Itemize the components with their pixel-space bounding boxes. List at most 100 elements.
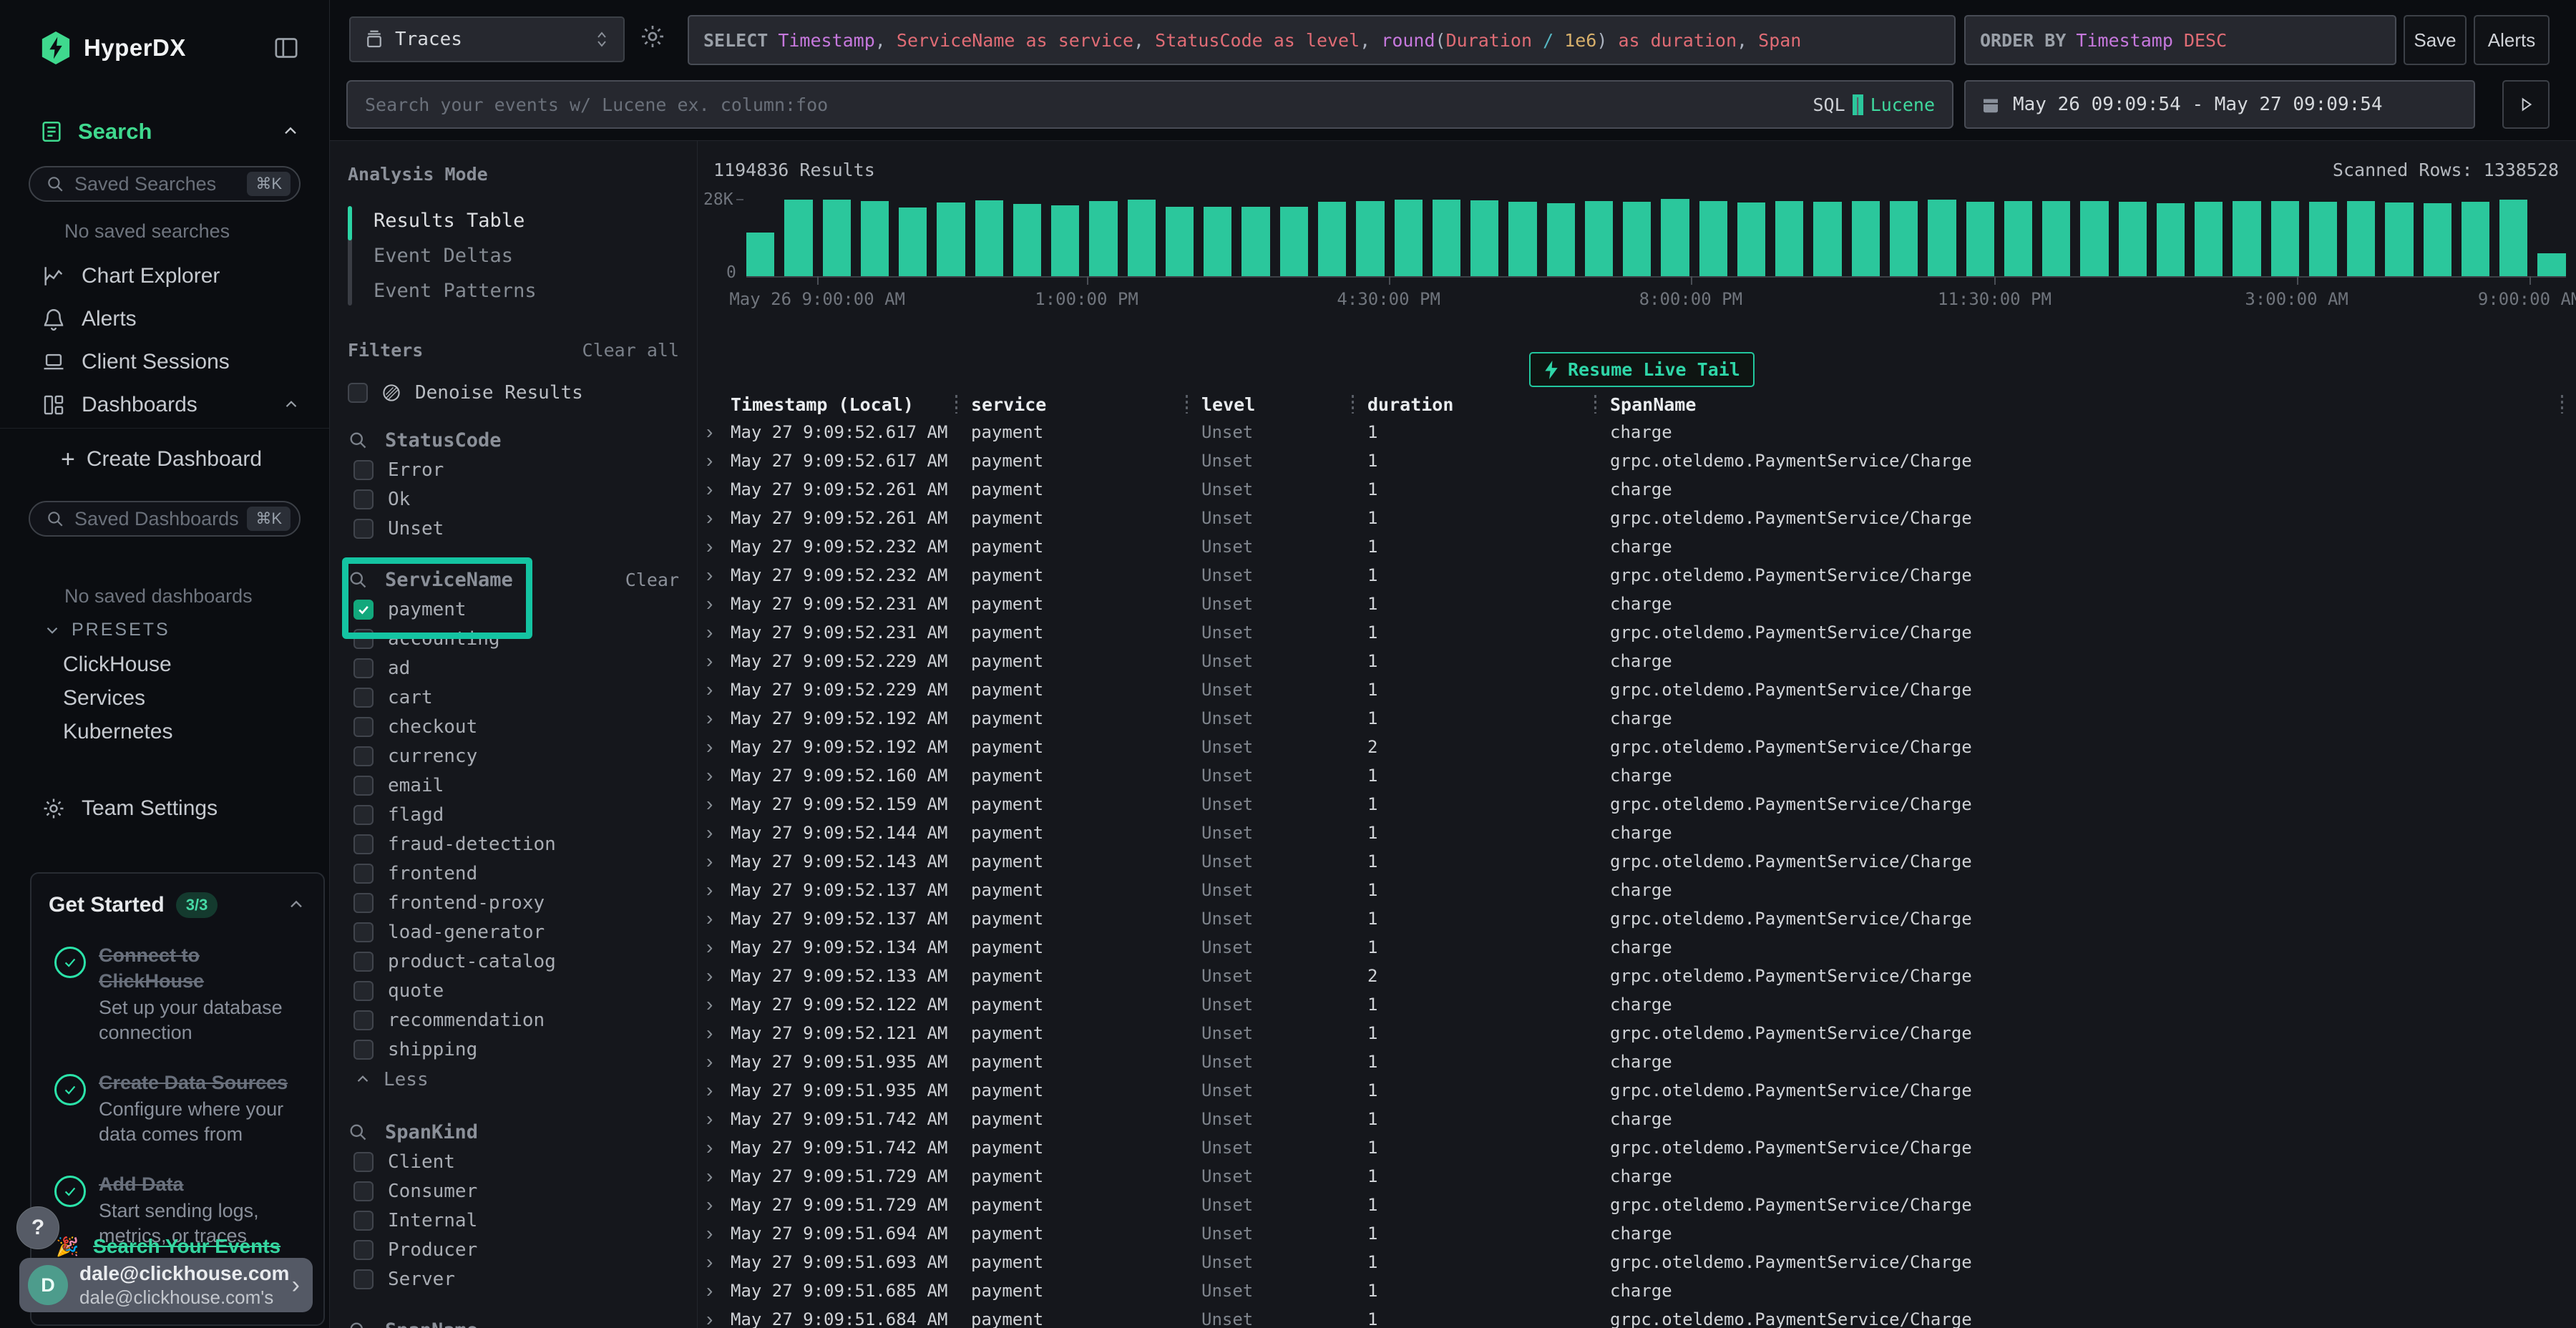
histogram-bar[interactable] xyxy=(1395,200,1423,276)
row-expand-icon[interactable]: › xyxy=(705,479,731,499)
filter-checkbox[interactable] xyxy=(353,1211,374,1231)
histogram-bar[interactable] xyxy=(1204,207,1231,276)
date-range-picker[interactable]: May 26 09:09:54 - May 27 09:09:54 xyxy=(1964,80,2475,129)
histogram-bar[interactable] xyxy=(1547,203,1575,276)
table-row[interactable]: ›May 27 9:09:52.159 AMpaymentUnset1grpc.… xyxy=(698,790,2576,819)
row-expand-icon[interactable]: › xyxy=(705,508,731,528)
table-row[interactable]: ›May 27 9:09:51.729 AMpaymentUnset1grpc.… xyxy=(698,1191,2576,1219)
sidebar-item-search[interactable]: Search xyxy=(0,113,329,150)
save-button[interactable]: Save xyxy=(2404,15,2467,65)
histogram-bar[interactable] xyxy=(1508,202,1536,276)
histogram-bars[interactable] xyxy=(746,197,2566,278)
histogram-bar[interactable] xyxy=(2042,201,2070,276)
table-row[interactable]: ›May 27 9:09:52.143 AMpaymentUnset1grpc.… xyxy=(698,847,2576,876)
filter-checkbox[interactable] xyxy=(353,1269,374,1289)
filter-checkbox[interactable] xyxy=(353,922,374,942)
row-expand-icon[interactable]: › xyxy=(705,1109,731,1129)
histogram-bar[interactable] xyxy=(1813,202,1841,276)
table-row[interactable]: ›May 27 9:09:51.729 AMpaymentUnset1charg… xyxy=(698,1162,2576,1191)
histogram-bar[interactable] xyxy=(1661,199,1689,276)
filter-checkbox[interactable] xyxy=(353,460,374,480)
histogram-bar[interactable] xyxy=(1623,202,1651,276)
histogram-bar[interactable] xyxy=(861,201,889,276)
filter-checkbox[interactable] xyxy=(353,776,374,796)
filter-option-payment[interactable]: payment xyxy=(348,595,679,624)
row-expand-icon[interactable]: › xyxy=(705,708,731,728)
histogram-bar[interactable] xyxy=(1089,201,1117,276)
filter-checkbox[interactable] xyxy=(353,981,374,1001)
histogram-bar[interactable] xyxy=(2157,203,2185,276)
filter-option-product-catalog[interactable]: product-catalog xyxy=(348,947,679,976)
column-divider[interactable] xyxy=(955,395,957,414)
row-expand-icon[interactable]: › xyxy=(705,1281,731,1301)
histogram-bar[interactable] xyxy=(1318,202,1346,276)
sql-orderby-editor[interactable]: ORDER BY Timestamp DESC xyxy=(1964,15,2396,65)
filter-option-internal[interactable]: Internal xyxy=(348,1206,679,1235)
filter-option-unset[interactable]: Unset xyxy=(348,514,679,543)
filter-option-error[interactable]: Error xyxy=(348,455,679,484)
filter-option-quote[interactable]: quote xyxy=(348,976,679,1005)
row-expand-icon[interactable]: › xyxy=(705,594,731,614)
column-divider[interactable] xyxy=(1352,395,1354,414)
filter-checkbox[interactable] xyxy=(353,519,374,539)
row-expand-icon[interactable]: › xyxy=(705,537,731,557)
filter-checkbox[interactable] xyxy=(353,1181,374,1201)
histogram-bar[interactable] xyxy=(1699,201,1727,276)
resume-live-tail-button[interactable]: Resume Live Tail xyxy=(1529,352,1755,387)
histogram-bar[interactable] xyxy=(2537,253,2565,276)
histogram-bar[interactable] xyxy=(1356,201,1384,276)
filter-checkbox[interactable] xyxy=(353,746,374,766)
run-query-button[interactable] xyxy=(2502,80,2550,129)
filter-checkbox[interactable] xyxy=(353,834,374,854)
preset-link-clickhouse[interactable]: ClickHouse xyxy=(63,653,172,677)
filter-option-frontend-proxy[interactable]: frontend-proxy xyxy=(348,888,679,917)
table-row[interactable]: ›May 27 9:09:51.742 AMpaymentUnset1grpc.… xyxy=(698,1133,2576,1162)
row-expand-icon[interactable]: › xyxy=(705,680,731,700)
filter-checkbox[interactable] xyxy=(353,717,374,737)
histogram-bar[interactable] xyxy=(2119,202,2147,276)
histogram-bar[interactable] xyxy=(1241,207,1269,276)
row-expand-icon[interactable]: › xyxy=(705,766,731,786)
table-row[interactable]: ›May 27 9:09:52.617 AMpaymentUnset1charg… xyxy=(698,418,2576,446)
denoise-checkbox[interactable] xyxy=(348,383,368,403)
histogram-bar[interactable] xyxy=(937,202,965,276)
preset-link-kubernetes[interactable]: Kubernetes xyxy=(63,720,172,744)
get-started-item[interactable]: Connect to ClickHouseSet up your databas… xyxy=(49,942,306,1045)
col-duration[interactable]: duration xyxy=(1367,394,1610,415)
table-row[interactable]: ›May 27 9:09:52.261 AMpaymentUnset1grpc.… xyxy=(698,504,2576,532)
sidebar-collapse-icon[interactable] xyxy=(272,34,301,62)
filter-option-fraud-detection[interactable]: fraud-detection xyxy=(348,829,679,859)
histogram-bar[interactable] xyxy=(2499,200,2527,276)
table-row[interactable]: ›May 27 9:09:52.133 AMpaymentUnset2grpc.… xyxy=(698,962,2576,990)
filter-option-recommendation[interactable]: recommendation xyxy=(348,1005,679,1035)
filter-option-producer[interactable]: Producer xyxy=(348,1235,679,1264)
lang-sql[interactable]: SQL xyxy=(1813,94,1845,115)
row-expand-icon[interactable]: › xyxy=(705,1252,731,1272)
column-divider[interactable] xyxy=(1186,395,1188,414)
filter-checkbox[interactable] xyxy=(353,688,374,708)
filter-option-ad[interactable]: ad xyxy=(348,653,679,683)
search-input[interactable]: Search your events w/ Lucene ex. column:… xyxy=(346,80,1953,129)
row-expand-icon[interactable]: › xyxy=(705,851,731,872)
col-spanname[interactable]: SpanName xyxy=(1610,394,2545,415)
sidebar-item-client-sessions[interactable]: Client Sessions xyxy=(0,341,329,384)
table-row[interactable]: ›May 27 9:09:52.192 AMpaymentUnset1charg… xyxy=(698,704,2576,733)
table-row[interactable]: ›May 27 9:09:52.121 AMpaymentUnset1grpc.… xyxy=(698,1019,2576,1048)
row-expand-icon[interactable]: › xyxy=(705,966,731,986)
help-button[interactable]: ? xyxy=(16,1206,59,1249)
row-expand-icon[interactable]: › xyxy=(705,422,731,442)
histogram-bar[interactable] xyxy=(1966,202,1994,276)
column-menu-icon[interactable] xyxy=(2561,395,2563,414)
table-row[interactable]: ›May 27 9:09:51.935 AMpaymentUnset1grpc.… xyxy=(698,1076,2576,1105)
row-expand-icon[interactable]: › xyxy=(705,1023,731,1043)
sidebar-item-alerts[interactable]: Alerts xyxy=(0,298,329,341)
analysis-mode-event-deltas[interactable]: Event Deltas xyxy=(374,238,679,273)
row-expand-icon[interactable]: › xyxy=(705,1080,731,1100)
filter-option-cart[interactable]: cart xyxy=(348,683,679,712)
alerts-button[interactable]: Alerts xyxy=(2474,15,2550,65)
filter-option-currency[interactable]: currency xyxy=(348,741,679,771)
filter-option-server[interactable]: Server xyxy=(348,1264,679,1294)
histogram-bar[interactable] xyxy=(1166,207,1194,276)
filter-option-ok[interactable]: Ok xyxy=(348,484,679,514)
histogram-bar[interactable] xyxy=(1128,200,1156,276)
